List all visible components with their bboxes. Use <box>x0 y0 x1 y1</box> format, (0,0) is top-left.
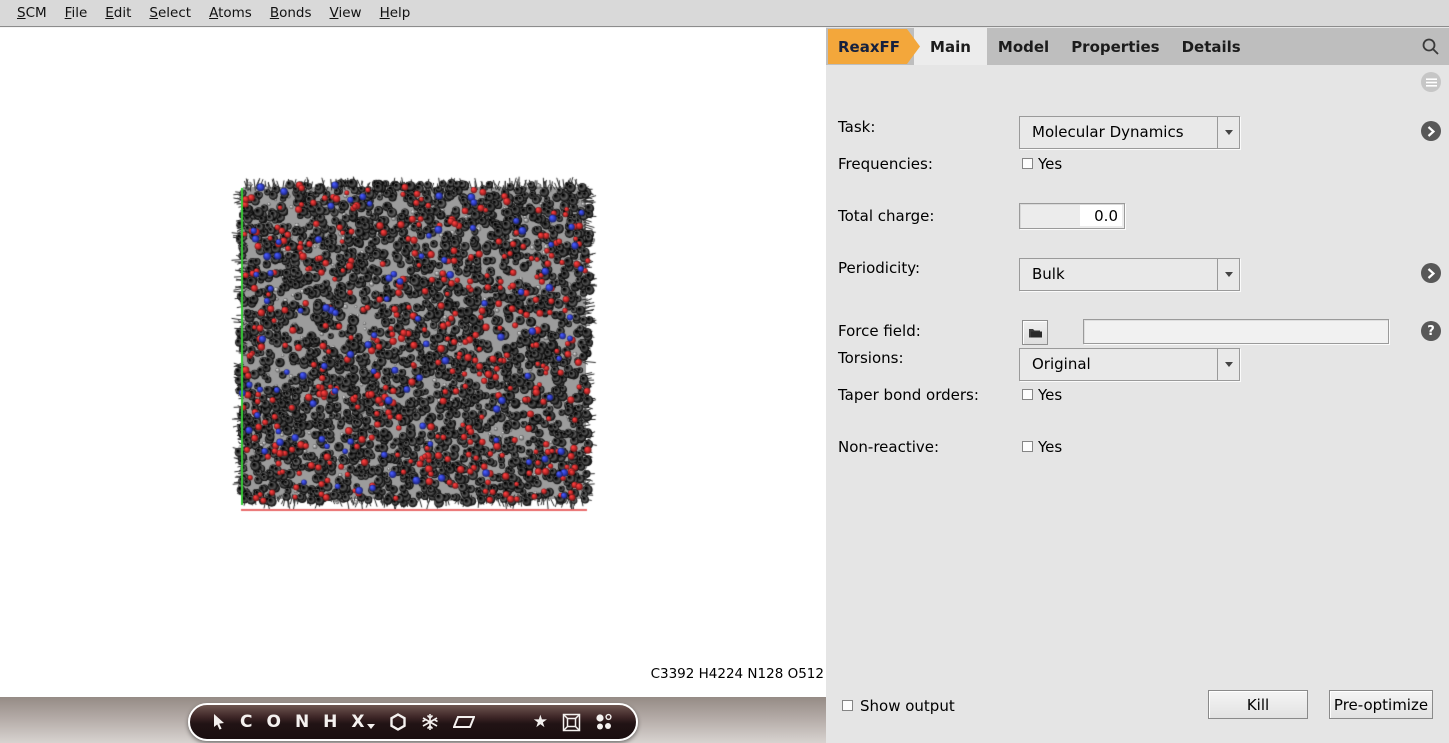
frequencies-label: Frequencies: <box>838 155 933 173</box>
task-value: Molecular Dynamics <box>1020 117 1217 148</box>
taper-bond-orders-label: Taper bond orders: <box>838 386 979 404</box>
tab-main[interactable]: Main <box>914 28 987 65</box>
element-c-tool[interactable]: C <box>240 714 252 731</box>
atom-toolbar: C O N H X ★ <box>188 703 638 741</box>
favorites-tool-icon[interactable]: ★ <box>533 714 548 731</box>
frequencies-option-label[interactable]: Yes <box>1038 155 1062 173</box>
force-field-help-icon[interactable]: ? <box>1421 321 1441 341</box>
panel-menu-icon[interactable] <box>1421 72 1441 92</box>
task-dropdown[interactable]: Molecular Dynamics <box>1019 116 1240 149</box>
tab-properties[interactable]: Properties <box>1060 28 1170 65</box>
menu-view[interactable]: View <box>321 1 371 25</box>
freeze-tool-icon[interactable] <box>421 713 439 731</box>
menu-select[interactable]: Select <box>140 1 200 25</box>
kill-button[interactable]: Kill <box>1208 690 1308 719</box>
periodicity-more-icon[interactable] <box>1421 263 1441 283</box>
non-reactive-checkbox[interactable] <box>1022 441 1033 452</box>
force-field-browse-button[interactable] <box>1022 320 1048 345</box>
taper-bond-orders-option-label[interactable]: Yes <box>1038 386 1062 404</box>
menu-bonds[interactable]: Bonds <box>261 1 321 25</box>
menu-help[interactable]: Help <box>371 1 420 25</box>
pre-optimize-button[interactable]: Pre-optimize <box>1329 690 1433 719</box>
element-x-tool[interactable]: X <box>351 714 374 731</box>
element-n-tool[interactable]: N <box>295 714 309 731</box>
tab-bar: ReaxFF Main Model Properties Details <box>826 28 1449 65</box>
menu-edit[interactable]: Edit <box>96 1 140 25</box>
dropdown-arrow-icon[interactable] <box>1217 349 1239 380</box>
show-output-checkbox[interactable] <box>842 700 853 711</box>
formula-readout: C3392 H4224 N128 O512 <box>651 666 824 682</box>
tab-model[interactable]: Model <box>987 28 1060 65</box>
periodicity-dropdown[interactable]: Bulk <box>1019 258 1240 291</box>
molecule-display-tool-icon[interactable] <box>595 713 613 731</box>
element-o-tool[interactable]: O <box>266 714 280 731</box>
ring-tool-icon[interactable] <box>389 713 407 731</box>
folder-icon <box>1028 327 1043 339</box>
plane-tool-icon[interactable] <box>453 715 475 729</box>
force-field-input[interactable] <box>1083 319 1389 344</box>
taper-bond-orders-checkbox[interactable] <box>1022 389 1033 400</box>
molecule-viewer: C3392 H4224 N128 O512 <box>0 28 826 697</box>
module-badge-reaxff[interactable]: ReaxFF <box>828 29 920 64</box>
tab-details[interactable]: Details <box>1171 28 1252 65</box>
pointer-tool-icon[interactable] <box>213 714 226 730</box>
torsions-value: Original <box>1020 349 1217 380</box>
menu-scm[interactable]: SCM <box>8 1 56 25</box>
dropdown-arrow-icon[interactable] <box>1217 259 1239 290</box>
total-charge-value: 0.0 <box>1080 205 1122 226</box>
menu-file[interactable]: File <box>56 1 97 25</box>
periodicity-value: Bulk <box>1020 259 1217 290</box>
element-h-tool[interactable]: H <box>323 714 337 731</box>
molecule-viewport[interactable] <box>0 28 826 697</box>
task-more-icon[interactable] <box>1421 121 1441 141</box>
periodicity-label: Periodicity: <box>838 259 920 277</box>
total-charge-input[interactable]: 0.0 <box>1019 203 1125 229</box>
force-field-label: Force field: <box>838 322 921 340</box>
frequencies-checkbox[interactable] <box>1022 158 1033 169</box>
non-reactive-label: Non-reactive: <box>838 438 939 456</box>
total-charge-label: Total charge: <box>838 207 934 225</box>
input-panel: ReaxFF Main Model Properties Details Tas… <box>826 27 1449 743</box>
torsions-dropdown[interactable]: Original <box>1019 348 1240 381</box>
dropdown-arrow-icon[interactable] <box>1217 117 1239 148</box>
reaxff-window: SCM File Edit Select Atoms Bonds View He… <box>0 0 1449 743</box>
menu-atoms[interactable]: Atoms <box>200 1 261 25</box>
search-icon[interactable] <box>1421 37 1440 60</box>
menubar: SCM File Edit Select Atoms Bonds View He… <box>0 0 1449 27</box>
element-x-dropdown-arrow <box>367 724 375 729</box>
non-reactive-option-label[interactable]: Yes <box>1038 438 1062 456</box>
show-output-label[interactable]: Show output <box>860 697 955 715</box>
periodic-cell-tool-icon[interactable] <box>562 713 581 732</box>
task-label: Task: <box>838 118 875 136</box>
torsions-label: Torsions: <box>838 349 904 367</box>
